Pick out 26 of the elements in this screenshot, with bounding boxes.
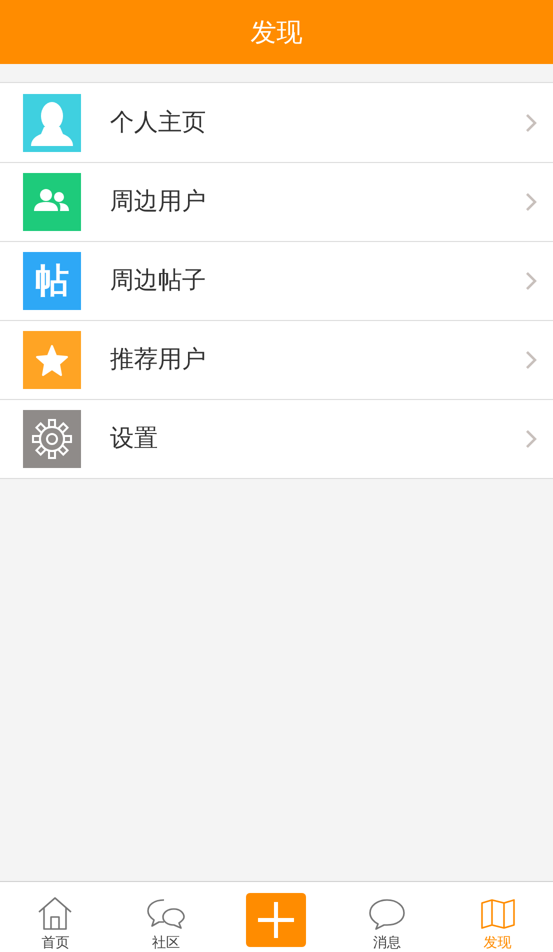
chevron-icon	[525, 271, 537, 291]
chat-icon	[146, 897, 186, 931]
menu-item[interactable]: 设置	[0, 399, 553, 478]
home-icon	[37, 895, 74, 931]
menu-label: 设置	[110, 424, 159, 454]
chevron-icon	[525, 429, 537, 449]
plus-icon	[256, 900, 296, 940]
menu-label: 周边用户	[110, 187, 207, 217]
menu-item[interactable]: 周边用户	[0, 162, 553, 241]
tab-item[interactable]: 社区	[110, 882, 222, 952]
tab-item[interactable]: 首页	[0, 882, 111, 952]
map-icon	[478, 897, 517, 931]
chevron-icon	[525, 350, 537, 370]
menu-label: 周边帖子	[110, 266, 207, 296]
tab-item[interactable]: 消息	[332, 882, 442, 952]
menu-item[interactable]: 帖 周边帖子	[0, 241, 553, 320]
page-title: 发现	[250, 16, 302, 48]
chevron-icon	[525, 192, 537, 212]
menu-label: 推荐用户	[110, 345, 207, 375]
menu-item[interactable]: 个人主页	[0, 83, 553, 162]
menu-item[interactable]: 推荐用户	[0, 320, 553, 399]
speech-bubble-icon	[368, 897, 406, 931]
add-button[interactable]	[246, 893, 306, 947]
chevron-icon	[525, 112, 537, 132]
post-icon: 帖	[23, 252, 81, 310]
menu-label: 个人主页	[110, 108, 207, 138]
